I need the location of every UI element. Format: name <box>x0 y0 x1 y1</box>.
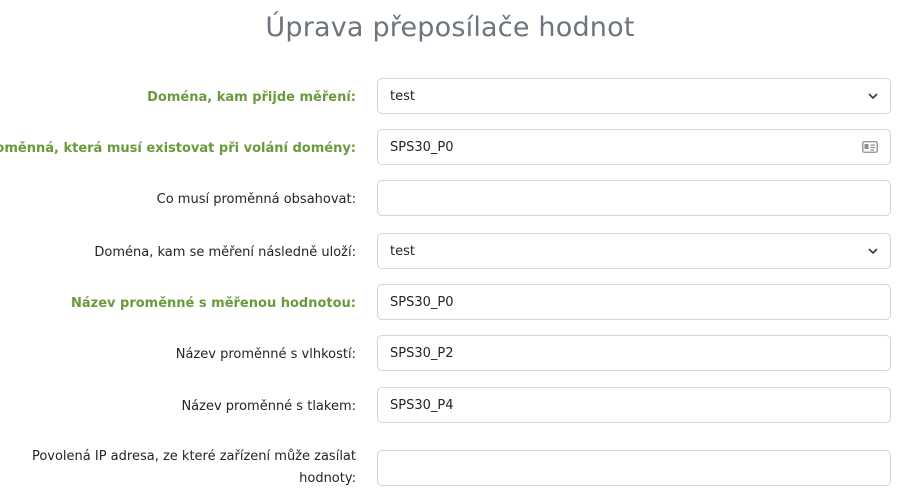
domain-out-select[interactable]: test <box>377 233 891 269</box>
form-row-measured-var: Název proměnné s měřenou hodnotou: SPS30… <box>0 284 900 322</box>
humidity-var-value: SPS30_P2 <box>390 345 454 361</box>
form-row-trigger-var: Proměnná, která musí existovat při volán… <box>0 129 900 167</box>
form-row-allowed-ip: Povolená IP adresa, ze které zařízení mů… <box>0 449 900 488</box>
domain-in-selected-value: test <box>390 88 415 104</box>
chevron-down-icon <box>868 91 878 101</box>
pressure-var-input[interactable]: SPS30_P4 <box>377 387 891 423</box>
form-row-pressure-var: Název proměnné s tlakem: SPS30_P4 <box>0 387 900 425</box>
page-title: Úprava přeposílače hodnot <box>265 12 635 43</box>
humidity-var-input[interactable]: SPS30_P2 <box>377 335 891 371</box>
form-row-var-content: Co musí proměnná obsahovat: <box>0 180 900 218</box>
chevron-down-icon <box>868 246 878 256</box>
form-row-domain-out: Doména, kam se měření následně uloží: te… <box>0 233 900 271</box>
contact-card-icon[interactable] <box>862 141 878 153</box>
allowed-ip-input[interactable] <box>377 450 891 486</box>
form-row-domain-in: Doména, kam přijde měření: test <box>0 78 900 116</box>
pressure-var-label: Název proměnné s tlakem: <box>181 398 356 414</box>
domain-in-select[interactable]: test <box>377 78 891 114</box>
domain-in-label: Doména, kam přijde měření: <box>147 89 356 105</box>
var-content-input[interactable] <box>377 180 891 216</box>
domain-out-selected-value: test <box>390 243 415 259</box>
forwarder-edit-page: Úprava přeposílače hodnot Doména, kam př… <box>0 0 900 503</box>
trigger-var-input[interactable]: SPS30_P0 <box>377 129 891 165</box>
measured-var-value: SPS30_P0 <box>390 294 454 310</box>
var-content-label: Co musí proměnná obsahovat: <box>156 191 356 207</box>
pressure-var-value: SPS30_P4 <box>390 397 454 413</box>
humidity-var-label: Název proměnné s vlhkostí: <box>175 346 356 362</box>
trigger-var-label: Proměnná, která musí existovat při volán… <box>0 140 356 156</box>
domain-out-label: Doména, kam se měření následně uloží: <box>94 244 356 260</box>
allowed-ip-label: Povolená IP adresa, ze které zařízení mů… <box>31 449 356 486</box>
trigger-var-value: SPS30_P0 <box>390 139 454 155</box>
form-row-humidity-var: Název proměnné s vlhkostí: SPS30_P2 <box>0 335 900 373</box>
measured-var-input[interactable]: SPS30_P0 <box>377 284 891 320</box>
measured-var-label: Název proměnné s měřenou hodnotou: <box>71 295 356 311</box>
